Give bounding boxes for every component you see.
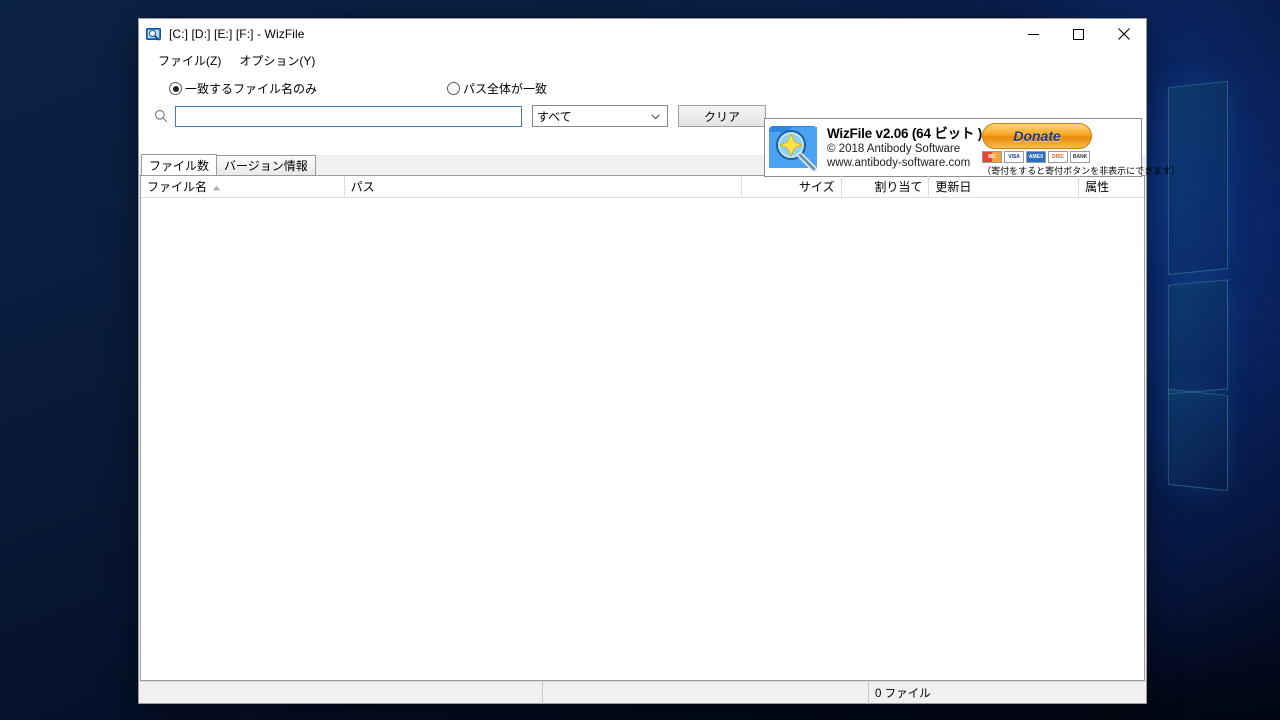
search-input[interactable] [175, 105, 522, 127]
menu-bar: ファイル(Z) オプション(Y) [139, 49, 1146, 71]
discover-icon: DISC [1048, 151, 1069, 163]
column-header-allocated[interactable]: 割り当て [842, 176, 930, 197]
radio-filename-only-label: 一致するファイル名のみ [185, 82, 318, 96]
donate-area: Donate MC VISA AMEX DISC BANK （寄付をすると寄付ボ… [982, 119, 1183, 177]
file-list-view: ファイル名 パス サイズ 割り当て 更新日 属性 [140, 176, 1145, 681]
column-label: 割り当て [874, 180, 923, 194]
mastercard-icon: MC [982, 151, 1003, 163]
chevron-down-icon [651, 109, 660, 123]
donate-button[interactable]: Donate [982, 123, 1093, 149]
maximize-button[interactable] [1056, 19, 1101, 49]
close-button[interactable] [1101, 19, 1146, 49]
wallpaper-pane [1168, 80, 1228, 276]
clear-button[interactable]: クリア [678, 105, 766, 127]
radio-indicator [447, 82, 461, 95]
radio-indicator [169, 82, 182, 95]
radio-filename-only[interactable]: 一致するファイル名のみ [169, 80, 317, 97]
column-header-size[interactable]: サイズ [742, 176, 842, 197]
tab-version-info[interactable]: バージョン情報 [216, 155, 316, 175]
branding-text: WizFile v2.06 (64 ビット ) © 2018 Antibody … [827, 119, 982, 170]
menu-item-options[interactable]: オプション(Y) [230, 52, 324, 69]
website-url[interactable]: www.antibody-software.com [827, 156, 982, 170]
match-mode-radio-group: 一致するファイル名のみ パス全体が一致 [169, 80, 547, 97]
product-title: WizFile v2.06 (64 ビット ) [827, 126, 983, 141]
wizfile-window: [C:] [D:] [E:] [F:] - WizFile ファイル(Z) オプ… [138, 18, 1180, 704]
search-icon [147, 109, 175, 123]
radio-full-path-label: パス全体が一致 [463, 82, 548, 96]
filter-select-value: すべて [537, 109, 572, 124]
search-row: すべて クリア [147, 105, 766, 127]
title-bar[interactable]: [C:] [D:] [E:] [F:] - WizFile [139, 19, 1146, 49]
visa-icon: VISA [1004, 151, 1025, 163]
payment-card-icons: MC VISA AMEX DISC BANK [982, 151, 1180, 163]
window-controls [1011, 19, 1146, 49]
column-header-attributes[interactable]: 属性 [1079, 176, 1144, 197]
window-title: [C:] [D:] [E:] [F:] - WizFile [169, 27, 305, 41]
wizfile-logo-icon [767, 120, 823, 176]
copyright-text: © 2018 Antibody Software [827, 143, 961, 155]
tab-file-count[interactable]: ファイル数 [141, 154, 218, 175]
search-toolbar: 一致するファイル名のみ パス全体が一致 すべて クリア WizFile v2.0… [139, 71, 1180, 177]
wallpaper-pane [1168, 279, 1228, 395]
branding-panel: WizFile v2.06 (64 ビット ) © 2018 Antibody … [764, 118, 1180, 177]
status-left [139, 681, 543, 704]
wizfile-icon [146, 26, 162, 42]
radio-full-path[interactable]: パス全体が一致 [447, 80, 547, 97]
bank-icon: BANK [1070, 151, 1091, 163]
column-label: パス [350, 180, 375, 194]
column-label: ファイル名 [147, 180, 208, 194]
status-bar: 0 ファイル [139, 681, 1146, 704]
column-label: 属性 [1085, 180, 1110, 194]
filter-select[interactable]: すべて [532, 105, 668, 127]
wallpaper-pane [1168, 388, 1228, 492]
column-label: 更新日 [935, 180, 972, 194]
column-header-path[interactable]: パス [345, 176, 742, 197]
column-header-row: ファイル名 パス サイズ 割り当て 更新日 属性 [141, 176, 1144, 198]
status-file-count: 0 ファイル [875, 687, 931, 700]
column-label: サイズ [798, 180, 835, 194]
sort-ascending-icon [212, 180, 221, 194]
menu-item-file[interactable]: ファイル(Z) [149, 52, 230, 69]
amex-icon: AMEX [1026, 151, 1047, 163]
file-list-rows[interactable] [141, 198, 1144, 680]
column-header-modified[interactable]: 更新日 [929, 176, 1080, 197]
status-middle [543, 681, 869, 704]
column-header-filename[interactable]: ファイル名 [141, 176, 345, 197]
minimize-button[interactable] [1011, 19, 1056, 49]
